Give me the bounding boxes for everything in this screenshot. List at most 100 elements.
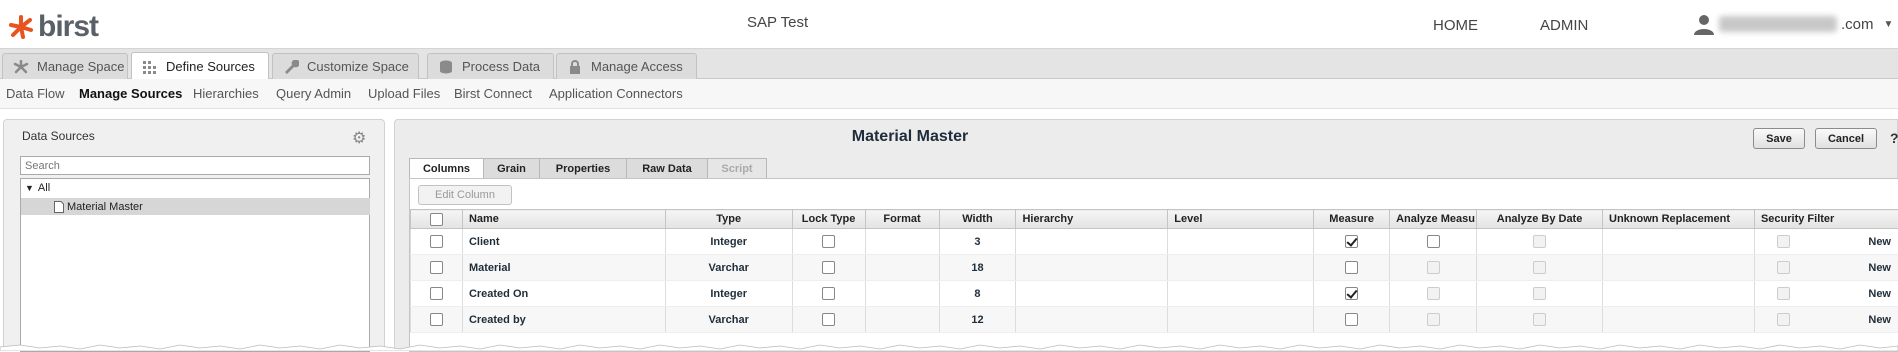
cell-security-filter[interactable]: New <box>1754 255 1898 281</box>
cell-hierarchy[interactable] <box>1016 229 1168 255</box>
subnav-application-connectors[interactable]: Application Connectors <box>549 86 683 101</box>
cell-measure[interactable] <box>1314 281 1390 307</box>
measure-checkbox[interactable] <box>1345 313 1358 326</box>
cell-lock-type[interactable] <box>792 281 865 307</box>
tab-manage-access[interactable]: Manage Access <box>556 53 697 79</box>
cell-unknown-replacement[interactable] <box>1603 307 1755 333</box>
birst-logo[interactable]: birst <box>8 10 98 44</box>
row-select-checkbox[interactable] <box>430 287 443 300</box>
help-icon[interactable]: ? <box>1890 130 1898 146</box>
header-analyze-measure[interactable]: Analyze Measu <box>1390 210 1477 229</box>
header-analyze-by-date[interactable]: Analyze By Date <box>1477 210 1603 229</box>
security-filter-new-link[interactable]: New <box>1868 236 1891 248</box>
subnav-query-admin[interactable]: Query Admin <box>276 86 351 101</box>
cell-type[interactable]: Varchar <box>665 255 792 281</box>
subnav-hierarchies[interactable]: Hierarchies <box>193 86 259 101</box>
cell-measure[interactable] <box>1314 255 1390 281</box>
cell-measure[interactable] <box>1314 307 1390 333</box>
row-select-checkbox[interactable] <box>430 235 443 248</box>
tab-columns[interactable]: Columns <box>409 158 484 179</box>
cell-name[interactable]: Created On <box>462 281 665 307</box>
header-unknown-replacement[interactable]: Unknown Replacement <box>1603 210 1755 229</box>
cell-type[interactable]: Integer <box>665 229 792 255</box>
tab-grain[interactable]: Grain <box>483 158 540 179</box>
cell-format[interactable] <box>865 229 939 255</box>
cell-name[interactable]: Material <box>462 255 665 281</box>
cell-hierarchy[interactable] <box>1016 281 1168 307</box>
cell-measure[interactable] <box>1314 229 1390 255</box>
row-select-checkbox[interactable] <box>430 313 443 326</box>
subnav-upload-files[interactable]: Upload Files <box>368 86 440 101</box>
cell-format[interactable] <box>865 281 939 307</box>
row-select-checkbox[interactable] <box>430 261 443 274</box>
cell-hierarchy[interactable] <box>1016 307 1168 333</box>
header-level[interactable]: Level <box>1168 210 1314 229</box>
cancel-button[interactable]: Cancel <box>1815 128 1877 149</box>
row-select-cell[interactable] <box>411 307 463 333</box>
row-select-cell[interactable] <box>411 255 463 281</box>
triangle-down-icon[interactable]: ▼ <box>25 183 34 193</box>
table-row[interactable]: Material Varchar 18 New <box>411 255 1898 281</box>
header-name[interactable]: Name <box>462 210 665 229</box>
tab-raw-data[interactable]: Raw Data <box>626 158 708 179</box>
security-filter-new-link[interactable]: New <box>1868 288 1891 300</box>
cell-lock-type[interactable] <box>792 229 865 255</box>
search-input[interactable] <box>20 156 370 175</box>
cell-width[interactable]: 12 <box>939 307 1016 333</box>
security-filter-new-link[interactable]: New <box>1868 314 1891 326</box>
nav-admin[interactable]: ADMIN <box>1540 17 1588 34</box>
subnav-manage-sources[interactable]: Manage Sources <box>79 86 182 101</box>
table-row[interactable]: Client Integer 3 New <box>411 229 1898 255</box>
header-security-filter[interactable]: Security Filter <box>1754 210 1898 229</box>
cell-lock-type[interactable] <box>792 255 865 281</box>
user-menu[interactable]: .com ▼ <box>1693 13 1893 35</box>
security-filter-new-link[interactable]: New <box>1868 262 1891 274</box>
cell-security-filter[interactable]: New <box>1754 281 1898 307</box>
analyze-measure-checkbox[interactable] <box>1427 235 1440 248</box>
cell-level[interactable] <box>1168 281 1314 307</box>
gear-icon[interactable]: ⚙ <box>352 128 366 148</box>
tree-node-all[interactable]: ▼ All <box>25 182 50 194</box>
measure-checkbox[interactable] <box>1345 261 1358 274</box>
cell-unknown-replacement[interactable] <box>1603 255 1755 281</box>
cell-security-filter[interactable]: New <box>1754 229 1898 255</box>
cell-width[interactable]: 3 <box>939 229 1016 255</box>
header-format[interactable]: Format <box>865 210 939 229</box>
cell-format[interactable] <box>865 255 939 281</box>
tree-item-material-master[interactable]: Material Master <box>21 198 370 215</box>
tab-manage-space[interactable]: Manage Space <box>2 53 128 79</box>
header-hierarchy[interactable]: Hierarchy <box>1016 210 1168 229</box>
cell-security-filter[interactable]: New <box>1754 307 1898 333</box>
row-select-cell[interactable] <box>411 281 463 307</box>
header-lock-type[interactable]: Lock Type <box>792 210 865 229</box>
tab-customize-space[interactable]: Customize Space <box>272 53 419 79</box>
cell-hierarchy[interactable] <box>1016 255 1168 281</box>
chevron-down-icon[interactable]: ▼ <box>1884 19 1894 30</box>
header-width[interactable]: Width <box>939 210 1016 229</box>
cell-type[interactable]: Integer <box>665 281 792 307</box>
tab-properties[interactable]: Properties <box>539 158 627 179</box>
cell-lock-type[interactable] <box>792 307 865 333</box>
cell-width[interactable]: 18 <box>939 255 1016 281</box>
cell-level[interactable] <box>1168 307 1314 333</box>
cell-unknown-replacement[interactable] <box>1603 281 1755 307</box>
measure-checkbox[interactable] <box>1345 235 1358 248</box>
lock-type-checkbox[interactable] <box>822 287 835 300</box>
subnav-birst-connect[interactable]: Birst Connect <box>454 86 532 101</box>
table-row[interactable]: Created by Varchar 12 New <box>411 307 1898 333</box>
cell-analyze-measure[interactable] <box>1390 229 1477 255</box>
row-select-cell[interactable] <box>411 229 463 255</box>
lock-type-checkbox[interactable] <box>822 313 835 326</box>
lock-type-checkbox[interactable] <box>822 235 835 248</box>
cell-level[interactable] <box>1168 255 1314 281</box>
select-all-checkbox[interactable] <box>430 213 443 226</box>
cell-format[interactable] <box>865 307 939 333</box>
cell-level[interactable] <box>1168 229 1314 255</box>
header-measure[interactable]: Measure <box>1314 210 1390 229</box>
subnav-data-flow[interactable]: Data Flow <box>6 86 65 101</box>
cell-type[interactable]: Varchar <box>665 307 792 333</box>
nav-home[interactable]: HOME <box>1433 17 1478 34</box>
tab-define-sources[interactable]: Define Sources <box>131 52 269 80</box>
table-row[interactable]: Created On Integer 8 New <box>411 281 1898 307</box>
tab-process-data[interactable]: Process Data <box>427 53 554 79</box>
